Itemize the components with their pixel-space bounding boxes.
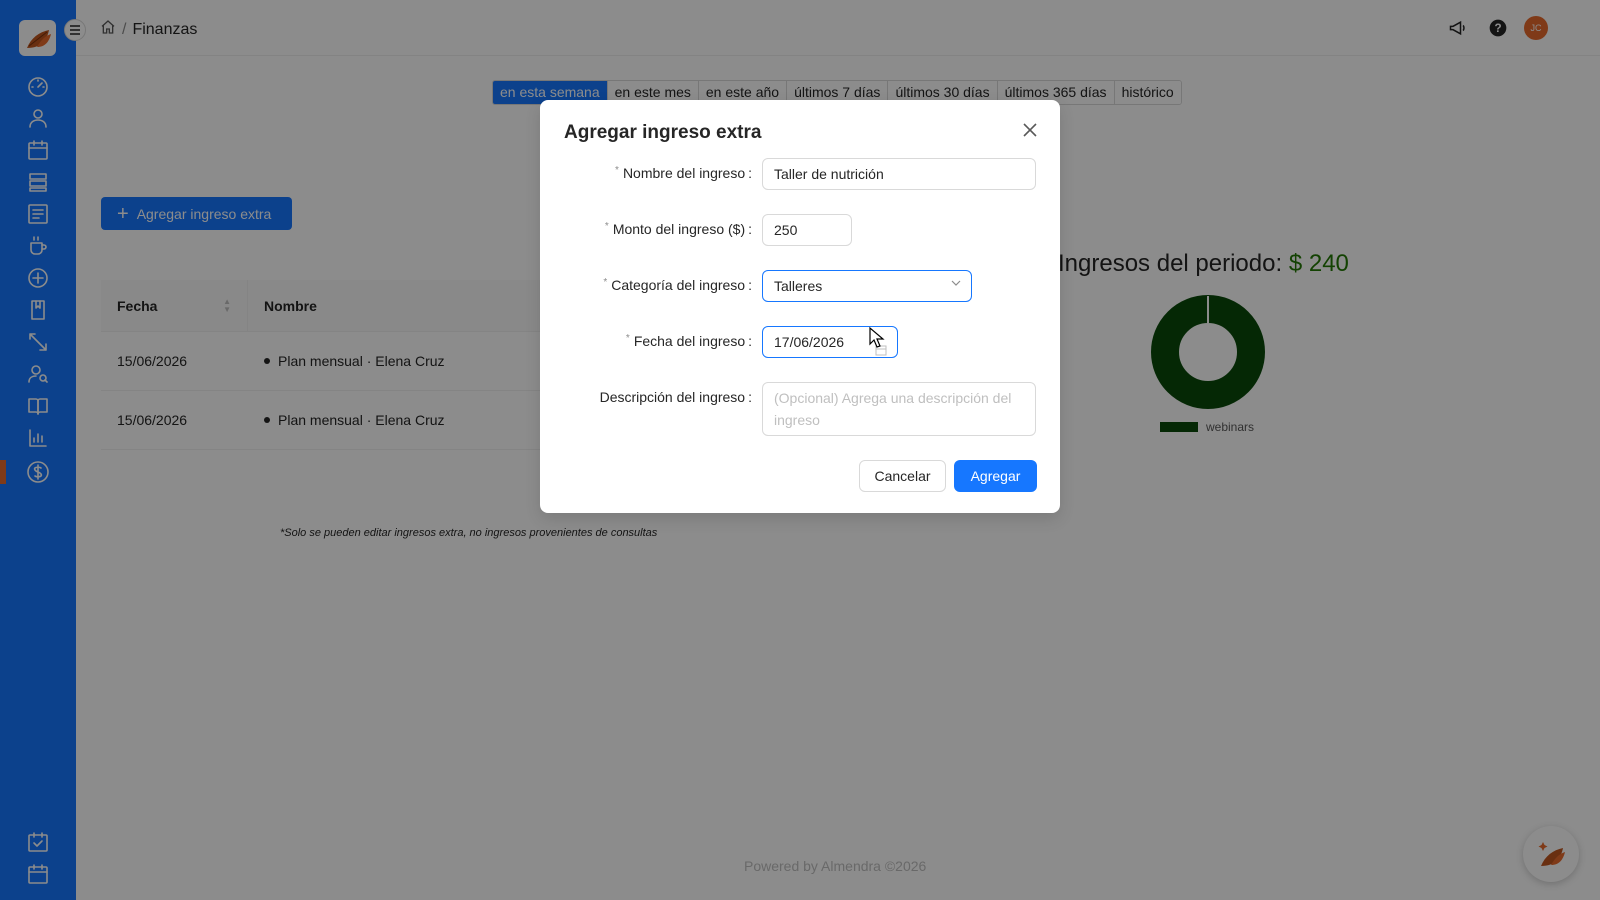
form-row-descripcion: Descripción del ingreso: (Opcional) Agre… [540,382,1060,436]
label-colon: : [748,333,752,349]
chevron-down-icon [951,271,961,301]
fecha-value: 17/06/2026 [774,334,845,350]
cancel-button[interactable]: Cancelar [859,460,946,492]
add-extra-income-modal: Agregar ingreso extra * Nombre del ingres… [540,100,1060,513]
mouse-cursor-icon [869,326,885,348]
label-descripcion: Descripción del ingreso: [600,389,752,405]
form-row-fecha: * Fecha del ingreso: 17/06/2026 [540,326,1060,358]
modal-title: Agregar ingreso extra [564,122,762,143]
form-row-monto: * Monto del ingreso ($): 250 [540,214,1060,246]
descripcion-textarea[interactable]: (Opcional) Agrega una descripción del in… [762,382,1036,436]
label-monto-text: Monto del ingreso ($) [612,221,746,237]
label-descripcion-text: Descripción del ingreso [599,389,746,405]
label-nombre: * Nombre del ingreso: [615,165,752,181]
form-row-categoria: * Categoría del ingreso: Talleres [540,270,1060,302]
label-nombre-text: Nombre del ingreso [622,165,746,181]
required-mark: * [615,165,619,176]
label-categoria: * Categoría del ingreso: [603,277,752,293]
nombre-input[interactable]: Taller de nutrición [762,158,1036,190]
label-colon: : [748,277,752,293]
required-mark: * [604,221,609,232]
categoria-select[interactable]: Talleres [762,270,972,302]
label-colon: : [748,221,752,237]
label-fecha-text: Fecha del ingreso [633,333,746,349]
label-colon: : [748,389,752,405]
label-colon: : [748,165,752,181]
form-row-nombre: * Nombre del ingreso: Taller de nutrición [540,158,1060,190]
label-categoria-text: Categoría del ingreso [611,277,746,293]
label-monto: * Monto del ingreso ($): [605,221,752,237]
submit-button[interactable]: Agregar [954,460,1037,492]
required-mark: * [625,333,630,344]
close-icon[interactable] [1020,120,1040,140]
required-mark: * [603,277,608,288]
categoria-selected-value: Talleres [774,278,823,294]
monto-input[interactable]: 250 [762,214,852,246]
label-fecha: * Fecha del ingreso: [626,333,752,349]
